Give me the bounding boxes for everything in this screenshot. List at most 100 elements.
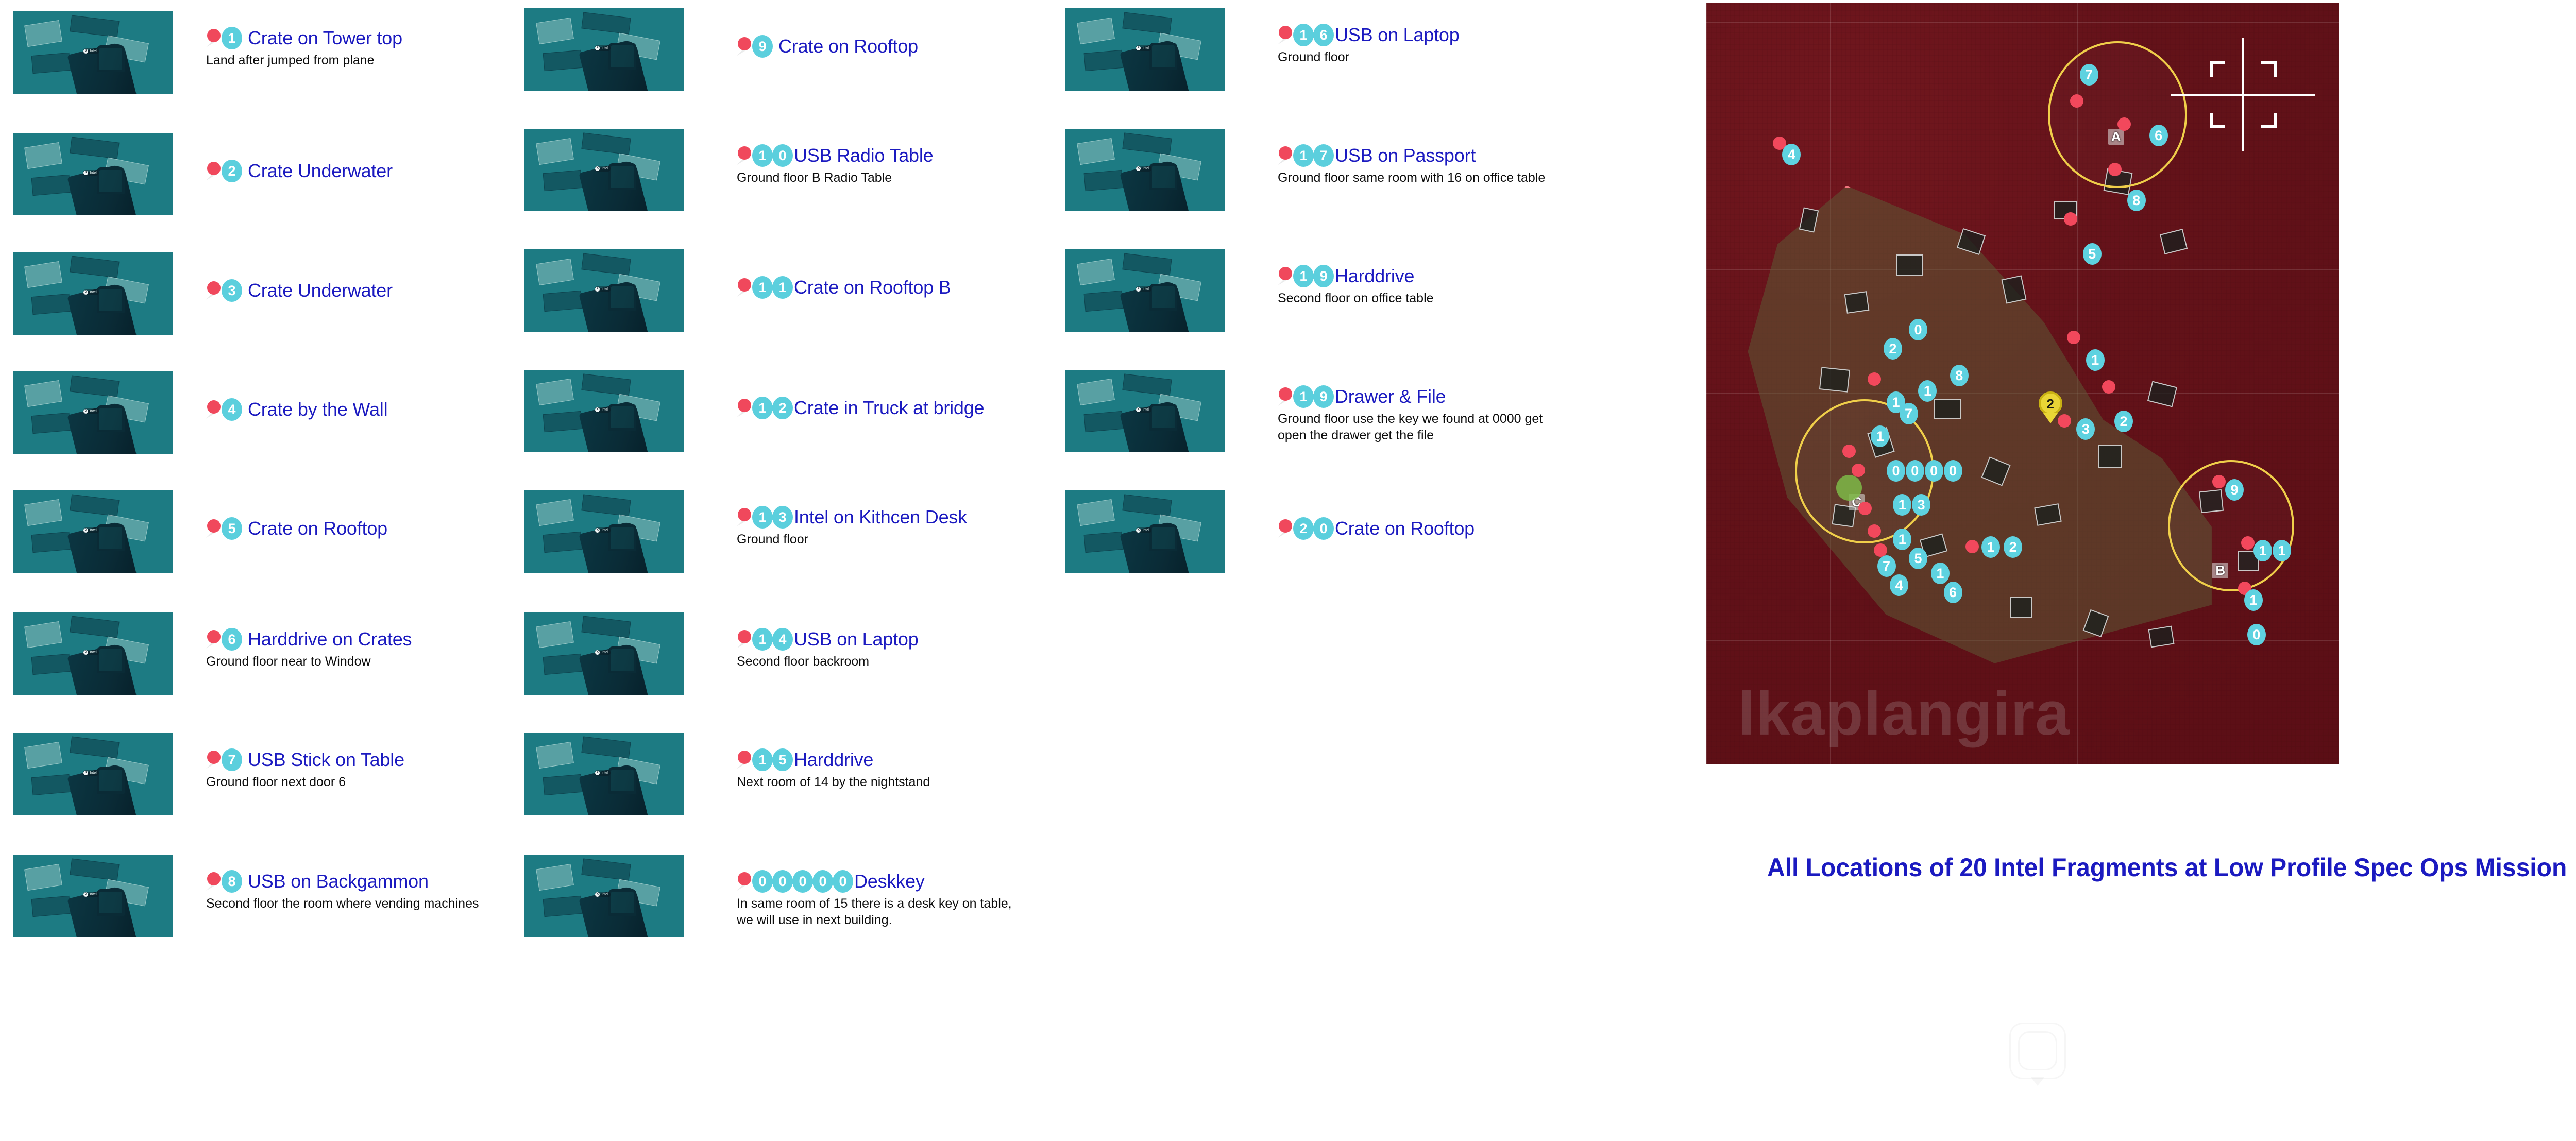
- map-intel-marker[interactable]: 0: [1905, 459, 1924, 482]
- intel-title: Crate on Rooftop: [778, 36, 918, 57]
- map-intel-marker[interactable]: 2: [2004, 536, 2023, 558]
- map-player-marker: 2: [2038, 391, 2062, 423]
- intel-screenshot-thumbnail[interactable]: X Intel: [13, 252, 173, 335]
- map-intel-marker[interactable]: 0: [2247, 623, 2266, 645]
- intel-screenshot-thumbnail[interactable]: X Intel: [524, 249, 684, 332]
- intel-number-badge: 4: [222, 398, 242, 421]
- map-intel-marker[interactable]: 2: [2114, 410, 2133, 432]
- tactical-map[interactable]: A B C 2 lkaplangira 4 7 6 8 5 1 2 3 2 0 …: [1706, 3, 2339, 764]
- intel-subtitle: Second floor backroom: [737, 654, 870, 669]
- map-intel-marker[interactable]: 8: [2127, 190, 2146, 212]
- map-intel-marker[interactable]: 7: [1899, 402, 1918, 424]
- intel-caption: 5 Crate on Rooftop: [206, 517, 387, 540]
- intel-number-badge: 9: [1313, 385, 1334, 408]
- intel-screenshot-thumbnail[interactable]: X Intel: [13, 490, 173, 573]
- intel-number-badge: 1: [752, 506, 773, 529]
- map-intel-marker[interactable]: 3: [2076, 418, 2095, 440]
- intel-title: USB on Laptop: [1335, 24, 1460, 46]
- intel-screenshot-thumbnail[interactable]: X Intel: [13, 733, 173, 815]
- intel-subtitle: Ground floor B Radio Table: [737, 171, 892, 185]
- page-title: All Locations of 20 Intel Fragments at L…: [1767, 853, 2567, 882]
- site-logo-watermark: [2009, 1023, 2066, 1079]
- intel-screenshot-thumbnail[interactable]: X Intel: [1065, 370, 1225, 453]
- map-intel-marker[interactable]: 1: [1930, 563, 1950, 585]
- map-intel-marker[interactable]: 1: [1981, 536, 2001, 558]
- map-intel-marker[interactable]: 0: [1924, 459, 1943, 482]
- intel-screenshot-thumbnail[interactable]: X Intel: [524, 612, 684, 695]
- screenshot-image: X Intel: [13, 252, 173, 335]
- intel-number-badge: 3: [222, 279, 242, 302]
- screenshot-image: X Intel: [524, 855, 684, 938]
- map-intel-marker[interactable]: 1: [2086, 349, 2105, 371]
- intel-title-row: 6 Harddrive on Crates: [206, 627, 412, 651]
- map-intel-marker[interactable]: 0: [1886, 459, 1905, 482]
- intel-caption: 1 5 Harddrive Next room of 14 by the nights…: [737, 748, 930, 790]
- map-intel-marker[interactable]: 6: [2149, 125, 2168, 147]
- intel-number-badge: 1: [752, 144, 773, 167]
- intel-screenshot-thumbnail[interactable]: X Intel: [524, 490, 684, 573]
- intel-number-badge: 9: [1313, 265, 1334, 288]
- intel-number-badge: 1: [752, 627, 773, 651]
- intel-screenshot-thumbnail[interactable]: X Intel: [524, 129, 684, 212]
- screenshot-image: X Intel: [13, 11, 173, 94]
- map-pin-dot: [2108, 163, 2122, 177]
- intel-caption: 6 Harddrive on Crates Ground floor near to…: [206, 627, 412, 670]
- map-intel-marker[interactable]: 5: [1908, 547, 1927, 569]
- intel-screenshot-thumbnail[interactable]: X Intel: [13, 133, 173, 216]
- map-intel-marker[interactable]: 9: [2225, 479, 2244, 501]
- intel-screenshot-thumbnail[interactable]: X Intel: [1065, 249, 1225, 332]
- map-pin-icon: [737, 277, 754, 298]
- map-panel: A B C 2 lkaplangira 4 7 6 8 5 1 2 3 2 0 …: [1690, 0, 2576, 1141]
- intel-screenshot-thumbnail[interactable]: X Intel: [13, 11, 173, 94]
- intel-caption: 4 Crate by the Wall: [206, 398, 388, 421]
- map-intel-marker[interactable]: 0: [1908, 319, 1927, 341]
- intel-caption: 2 Crate Underwater: [206, 160, 393, 183]
- map-intel-marker[interactable]: 1: [2244, 589, 2263, 611]
- map-intel-marker[interactable]: 1: [2273, 539, 2292, 561]
- map-intel-marker[interactable]: 4: [1890, 574, 1909, 596]
- screenshot-image: X Intel: [524, 490, 684, 573]
- map-intel-marker[interactable]: 7: [2079, 64, 2098, 86]
- map-intel-marker[interactable]: 2: [1883, 338, 1902, 360]
- intel-screenshot-thumbnail[interactable]: X Intel: [524, 733, 684, 815]
- intel-screenshot-thumbnail[interactable]: X Intel: [13, 855, 173, 938]
- intel-title-row: 1 5 Harddrive: [737, 748, 930, 771]
- intel-screenshot-thumbnail[interactable]: X Intel: [524, 855, 684, 938]
- map-pin-icon: [206, 399, 224, 420]
- map-intel-marker[interactable]: 5: [2082, 243, 2102, 265]
- map-intel-marker[interactable]: 1: [2253, 539, 2273, 561]
- intel-screenshot-thumbnail[interactable]: X Intel: [1065, 490, 1225, 573]
- intel-caption: 1 4 USB on Laptop Second floor backroom: [737, 627, 919, 670]
- intel-number-badge: 0: [833, 870, 853, 893]
- intel-screenshot-thumbnail[interactable]: X Intel: [1065, 8, 1225, 91]
- intel-number-badge: 2: [222, 160, 242, 183]
- intel-subtitle: In same room of 15 there is a desk key o…: [737, 896, 1012, 928]
- map-pin-dot: [2241, 536, 2255, 550]
- intel-number-badge: 1: [1293, 24, 1314, 47]
- intel-number-badge: 1: [222, 26, 242, 49]
- intel-title-row: 1 7 USB on Passport: [1278, 144, 1545, 167]
- map-intel-marker[interactable]: 7: [1877, 555, 1896, 577]
- intel-screenshot-thumbnail[interactable]: X Intel: [524, 8, 684, 91]
- intel-number-badge: 1: [772, 276, 793, 299]
- intel-screenshot-thumbnail[interactable]: X Intel: [524, 370, 684, 453]
- map-intel-marker[interactable]: 8: [1950, 365, 1969, 387]
- map-pin-icon: [737, 871, 754, 892]
- screenshot-image: X Intel: [524, 370, 684, 453]
- intel-number-badge: 1: [752, 748, 773, 771]
- screenshot-image: X Intel: [524, 733, 684, 815]
- screenshot-image: X Intel: [13, 133, 173, 216]
- intel-title-row: 8 USB on Backgammon: [206, 870, 479, 893]
- map-intel-marker[interactable]: 1: [1893, 528, 1912, 550]
- intel-caption: 1 2 Crate in Truck at bridge: [737, 397, 985, 420]
- screenshot-image: X Intel: [1065, 490, 1225, 573]
- intel-screenshot-thumbnail[interactable]: X Intel: [1065, 129, 1225, 212]
- map-intel-marker[interactable]: 0: [1943, 459, 1962, 482]
- intel-screenshot-thumbnail[interactable]: X Intel: [13, 612, 173, 695]
- intel-screenshot-thumbnail[interactable]: X Intel: [13, 371, 173, 454]
- intel-caption: 1 9 Harddrive Second floor on office table: [1278, 265, 1434, 306]
- map-intel-marker[interactable]: 1: [1918, 380, 1937, 402]
- intel-caption: 1 3 Intel on Kithcen Desk Ground floor: [737, 506, 967, 548]
- map-intel-marker[interactable]: 6: [1943, 582, 1962, 604]
- screenshot-image: X Intel: [13, 612, 173, 695]
